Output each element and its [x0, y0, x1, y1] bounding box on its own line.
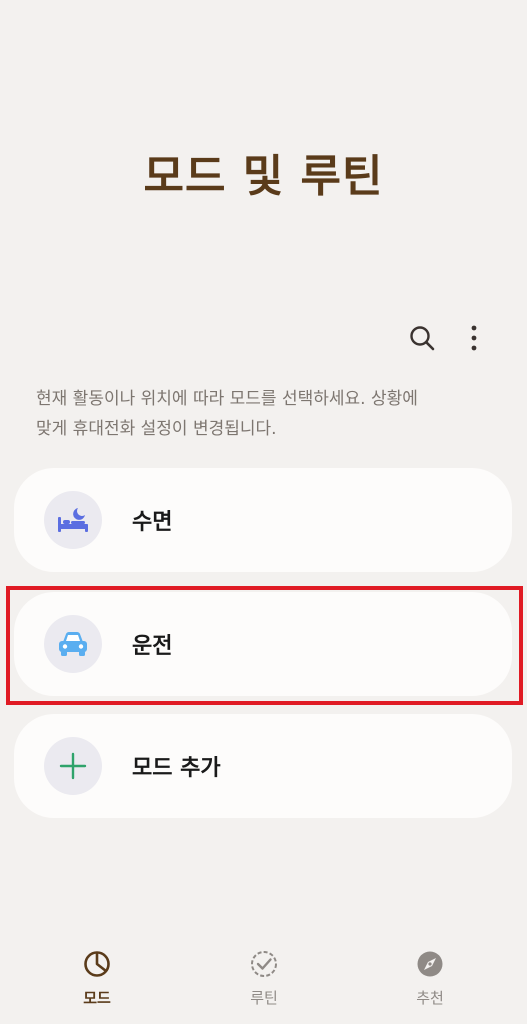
tab-mode[interactable]: 모드 — [47, 948, 147, 1008]
description-text: 현재 활동이나 위치에 따라 모드를 선택하세요. 상황에 맞게 휴대전화 설정… — [36, 384, 496, 444]
search-button[interactable] — [402, 318, 442, 358]
description-line-1: 현재 활동이나 위치에 따라 모드를 선택하세요. 상황에 — [36, 389, 418, 409]
tab-routine[interactable]: 루틴 — [214, 948, 314, 1008]
tab-routine-label: 루틴 — [250, 989, 278, 1007]
mode-label-sleep: 수면 — [132, 510, 173, 535]
mode-card-drive[interactable]: 운전 — [14, 592, 512, 696]
compass-icon — [417, 951, 443, 977]
tab-recommend-label: 추천 — [416, 989, 444, 1007]
add-mode-button[interactable]: 모드 추가 — [14, 714, 512, 818]
bottom-navigation: 모드 루틴 추천 — [0, 940, 527, 1024]
tab-recommend[interactable]: 추천 — [380, 948, 480, 1008]
search-icon — [410, 326, 435, 351]
add-mode-label: 모드 추가 — [132, 756, 221, 781]
more-options-button[interactable] — [454, 318, 494, 358]
mode-label-drive: 운전 — [132, 634, 173, 659]
mode-icon-circle — [44, 615, 102, 673]
pie-chart-icon — [84, 951, 110, 977]
mode-card-sleep[interactable]: 수면 — [14, 468, 512, 572]
check-circle-icon — [251, 951, 277, 977]
tab-mode-label: 모드 — [83, 989, 111, 1007]
mode-icon-circle — [44, 737, 102, 795]
car-icon — [59, 632, 87, 656]
plus-icon — [59, 752, 87, 780]
description-line-2: 맞게 휴대전화 설정이 변경됩니다. — [36, 419, 277, 439]
page-title: 모드 및 루틴 — [143, 151, 384, 202]
bed-icon — [58, 508, 88, 532]
more-vertical-icon — [471, 325, 477, 351]
mode-icon-circle — [44, 491, 102, 549]
